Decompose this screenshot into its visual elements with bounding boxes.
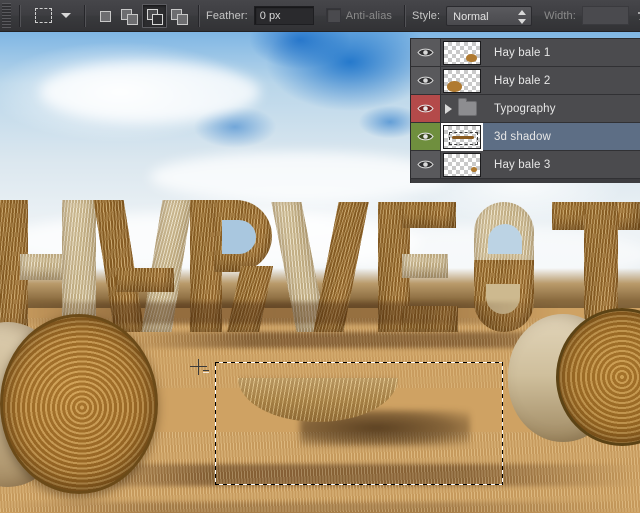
options-bar: Feather: 0 px Anti-alias Style: Normal W… (0, 0, 640, 32)
layer-visibility-toggle[interactable] (411, 151, 441, 178)
intersect-selection-button[interactable] (167, 4, 192, 28)
group-disclosure-cell[interactable] (441, 95, 489, 122)
layer-name: Hay bale 3 (489, 159, 550, 171)
layer-row[interactable]: Hay bale 2 (411, 67, 640, 95)
folder-icon (458, 101, 477, 116)
subtract-from-selection-button[interactable] (142, 4, 167, 28)
layer-row[interactable]: Hay bale 1 (411, 39, 640, 67)
layer-thumbnail (443, 41, 481, 65)
eye-icon (417, 103, 434, 114)
layers-panel: Hay bale 1 Hay bale 2 (410, 38, 640, 183)
layer-visibility-toggle[interactable] (411, 123, 441, 150)
divider (198, 5, 200, 27)
hay-bale-left-face (0, 314, 158, 494)
chevron-right-icon[interactable] (445, 104, 452, 114)
add-to-selection-button[interactable] (117, 4, 142, 28)
feather-input[interactable]: 0 px (254, 6, 314, 25)
layer-row-selected[interactable]: 3d shadow (411, 123, 640, 151)
layer-name: Typography (489, 103, 556, 115)
layer-name: Hay bale 1 (489, 47, 550, 59)
letter-S-counter-top (488, 224, 522, 254)
layer-thumbnail-cell[interactable] (441, 39, 489, 66)
feather-label: Feather: (206, 10, 248, 22)
add-to-selection-icon-2 (127, 14, 138, 25)
intersect-selection-icon-2 (177, 14, 188, 25)
layer-thumbnail (443, 153, 481, 177)
width-input[interactable] (582, 6, 629, 25)
width-label: Width: (544, 10, 576, 22)
stepper-arrows-icon[interactable] (518, 10, 526, 24)
layer-thumbnail-cell[interactable] (441, 123, 489, 150)
eye-icon (417, 75, 434, 86)
selection-mode-group (92, 4, 192, 28)
eye-icon (417, 131, 434, 142)
letter-E-top (402, 202, 456, 228)
divider (19, 5, 21, 27)
layer-thumbnail-cell[interactable] (441, 151, 489, 178)
layer-row-group[interactable]: Typography (411, 95, 640, 123)
layer-visibility-toggle[interactable] (411, 39, 441, 66)
new-selection-icon (100, 11, 111, 22)
chevron-down-icon[interactable] (61, 13, 71, 18)
subtract-from-selection-icon-2 (152, 14, 163, 25)
swap-width-height-icon[interactable] (636, 8, 640, 24)
divider (404, 5, 406, 27)
tool-preset-picker[interactable] (27, 8, 78, 23)
hay-bale-left (0, 314, 158, 499)
layer-thumbnail-cell[interactable] (441, 67, 489, 94)
photoshop-window: Feather: 0 px Anti-alias Style: Normal W… (0, 0, 640, 513)
style-select-value: Normal (453, 11, 488, 23)
layer-thumbnail (443, 125, 481, 149)
eye-icon (417, 47, 434, 58)
layer-visibility-toggle[interactable] (411, 67, 441, 94)
eye-icon (417, 159, 434, 170)
letter-A-crossbar (116, 268, 174, 292)
letter-H-crossbar (20, 254, 68, 280)
style-select[interactable]: Normal (446, 6, 532, 26)
layer-name: Hay bale 2 (489, 75, 550, 87)
anti-alias-label: Anti-alias (346, 10, 392, 22)
letter-R-counter (222, 220, 256, 254)
layer-thumbnail (443, 69, 481, 93)
options-bar-grip[interactable] (2, 3, 11, 29)
cloud (40, 62, 260, 122)
layer-row[interactable]: Hay bale 3 (411, 151, 640, 179)
letter-E-mid (402, 254, 448, 278)
hay-bale-right (508, 308, 640, 448)
layer-visibility-toggle[interactable] (411, 95, 441, 122)
style-label: Style: (412, 10, 440, 22)
new-selection-button[interactable] (92, 4, 117, 28)
rectangular-marquee-icon[interactable] (35, 8, 52, 23)
layer-name: 3d shadow (489, 131, 551, 143)
anti-alias-checkbox[interactable] (326, 8, 341, 23)
divider (84, 5, 86, 27)
